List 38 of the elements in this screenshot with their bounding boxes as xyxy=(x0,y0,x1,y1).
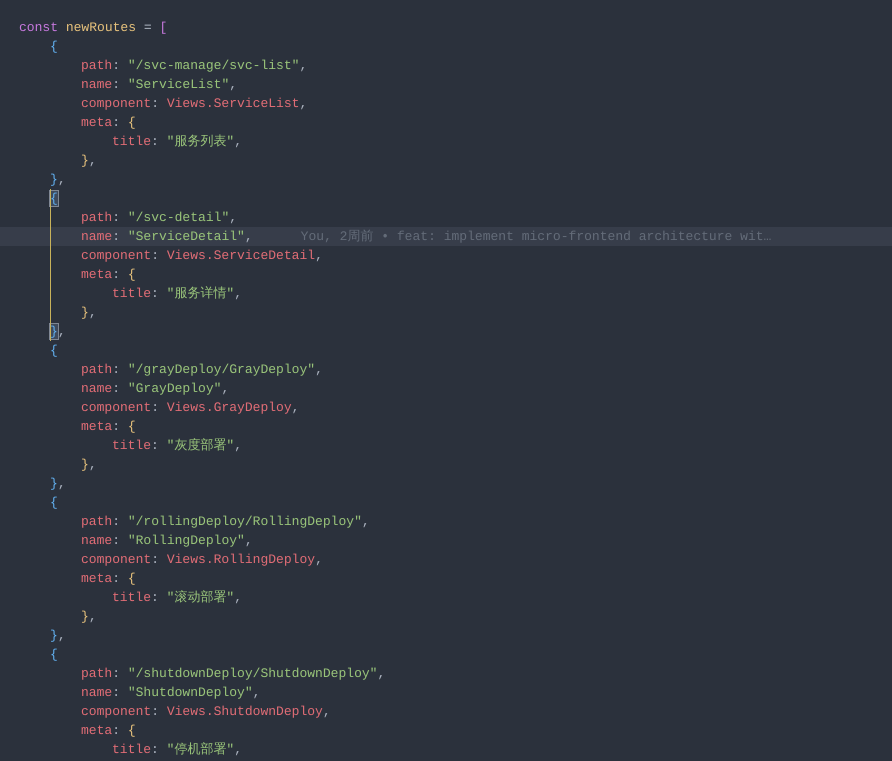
code-line: title: "停机部署", xyxy=(112,741,242,759)
code-line: name: "ShutdownDeploy", xyxy=(81,684,260,702)
code-line: path: "/grayDeploy/GrayDeploy", xyxy=(81,361,323,379)
code-line: }, xyxy=(81,456,97,474)
code-line: }, xyxy=(81,304,97,322)
code-line: title: "灰度部署", xyxy=(112,437,242,455)
code-line: { xyxy=(50,38,58,56)
code-line: path: "/rollingDeploy/RollingDeploy", xyxy=(81,513,370,531)
code-line: title: "服务详情", xyxy=(112,285,242,303)
code-line: meta: { xyxy=(81,114,136,132)
code-line: name: "GrayDeploy", xyxy=(81,380,230,398)
code-line: { xyxy=(50,494,58,512)
code-line: meta: { xyxy=(81,722,136,740)
code-line: }, xyxy=(50,627,66,645)
code-line: component: Views.ServiceDetail, xyxy=(81,247,323,265)
code-line: const newRoutes = [ xyxy=(19,19,168,37)
code-line: meta: { xyxy=(81,418,136,436)
code-line: name: "ServiceList", xyxy=(81,76,238,94)
code-line: component: Views.GrayDeploy, xyxy=(81,399,300,417)
code-line: component: Views.ShutdownDeploy, xyxy=(81,703,331,721)
code-line: { xyxy=(50,342,58,360)
code-line: }, xyxy=(81,152,97,170)
code-line: }, xyxy=(50,475,66,493)
code-line: }, xyxy=(50,323,66,341)
code-line: }, xyxy=(50,171,66,189)
code-line: path: "/shutdownDeploy/ShutdownDeploy", xyxy=(81,665,386,683)
code-line: title: "滚动部署", xyxy=(112,589,242,607)
code-line: title: "服务列表", xyxy=(112,133,242,151)
code-line: name: "RollingDeploy", xyxy=(81,532,253,550)
code-line: { xyxy=(50,646,58,664)
code-line: component: Views.RollingDeploy, xyxy=(81,551,323,569)
code-line: component: Views.ServiceList, xyxy=(81,95,308,113)
code-line: path: "/svc-manage/svc-list", xyxy=(81,57,308,75)
code-line: meta: { xyxy=(81,570,136,588)
code-line: name: "ServiceDetail", xyxy=(81,228,253,246)
code-line: path: "/svc-detail", xyxy=(81,209,238,227)
code-line: }, xyxy=(81,608,97,626)
code-line: meta: { xyxy=(81,266,136,284)
